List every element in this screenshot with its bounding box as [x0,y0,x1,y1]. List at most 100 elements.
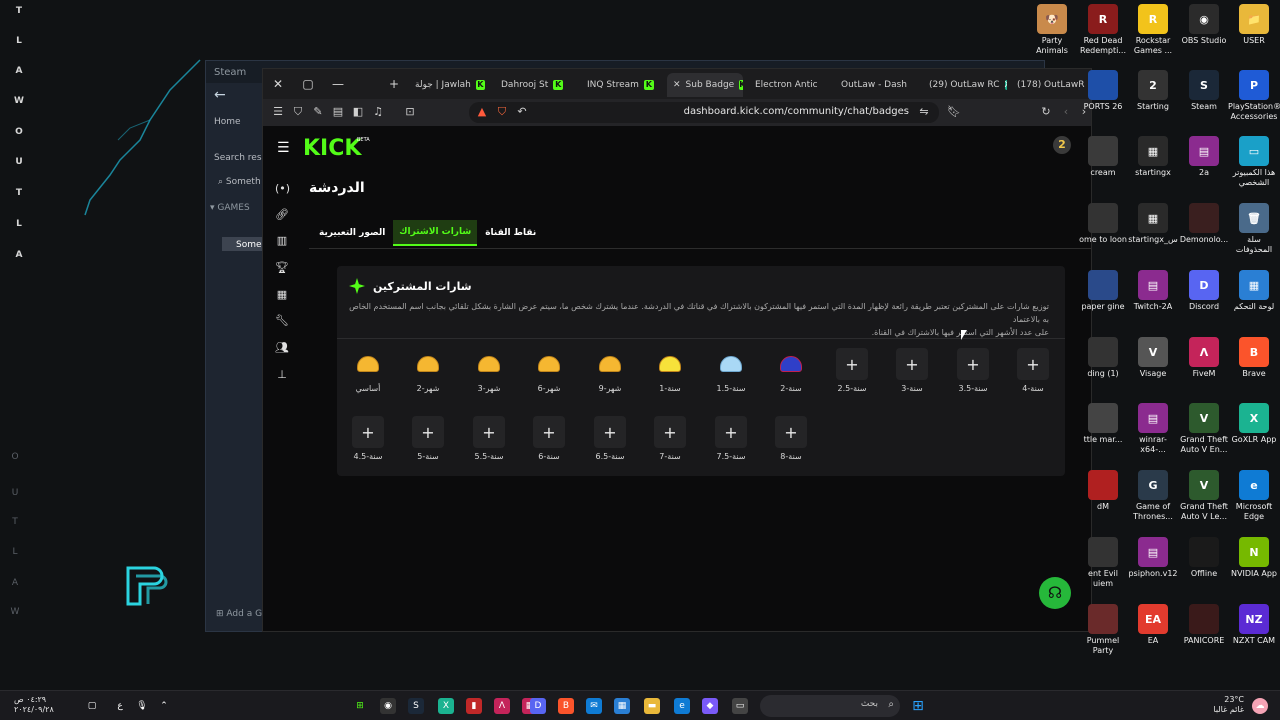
browser-tab[interactable]: OutLaw - Dash [835,73,919,97]
stats-icon[interactable]: ▥ [275,234,289,248]
desktop-icon[interactable]: ttle mar... [1077,403,1129,445]
chevron-up-icon[interactable]: ⌃ [156,698,172,714]
close-tab-icon[interactable]: ✕ [673,80,681,90]
weather-widget[interactable]: 23°C غائم غالبا [1200,695,1244,715]
address-bar[interactable]: ▲ ⛉ ↶ dashboard.kick.com/community/chat/… [469,102,939,123]
desktop-icon[interactable]: V Grand Theft Auto V En... [1178,403,1230,455]
new-tab-icon[interactable]: + [379,77,409,91]
copilot-taskbar-icon[interactable]: ◆ [702,698,718,714]
wallet-icon[interactable]: ▤ [331,105,345,119]
fivem-taskbar-icon[interactable]: Λ [494,698,510,714]
badge-item[interactable]: سنة-2 [766,348,816,404]
badge-item[interactable]: شهر-3 [464,348,514,404]
desktop-icon[interactable]: P PlayStation® Accessories [1228,70,1280,122]
reload-icon[interactable]: ↻ [1039,105,1053,119]
desktop-icon[interactable]: 📁 USER [1228,4,1280,46]
avatar[interactable]: 2 [1053,136,1071,154]
live-icon[interactable]: (•) [275,182,290,196]
desktop-icon[interactable]: B Brave [1228,337,1280,379]
add-badge-button[interactable]: + سنة-2.5 [827,348,877,404]
desktop-icon[interactable]: e Microsoft Edge [1228,470,1280,522]
desktop-icon[interactable]: PORTS 26 [1077,70,1129,112]
clock[interactable]: ٠٤:٢٩ ص ٢٠٢٤/٠٩/٢٨ [14,695,54,715]
link-icon[interactable]: 🔗︎ [275,208,289,222]
desktop-icon[interactable]: ◉ OBS Studio [1178,4,1230,46]
steam-game-item[interactable]: Some [222,237,264,251]
steam-add-game-button[interactable]: ⊞ Add a G [216,609,262,619]
desktop-icon[interactable]: ome to loon [1077,203,1129,245]
steam-back-arrow-icon[interactable]: ← [214,87,226,103]
badge-item[interactable]: أساسي [343,348,393,404]
taskbar-search-input[interactable]: بحث ⌕ [760,695,900,717]
brave-rewards-icon[interactable]: ▲ [475,105,489,119]
browser-tab[interactable]: ✕ Sub Badge K [667,73,743,97]
browser-tab[interactable]: INQ Stream K [581,73,663,97]
desktop-icon[interactable]: ent Evil uiem [1077,537,1129,589]
taskview-taskbar-icon[interactable]: ▭ [732,698,748,714]
desktop-icon[interactable]: dM [1077,470,1129,512]
brave-shield-icon[interactable]: ⛉ [495,105,509,119]
trophy-icon[interactable]: 🏆︎ [275,261,289,275]
desktop-icon[interactable]: Pummel Party [1077,604,1129,656]
desktop-icon[interactable]: cream [1077,136,1129,178]
minimize-icon[interactable]: — [323,77,353,91]
share-icon[interactable]: ↶ [515,105,529,119]
kick-logo[interactable]: KICK [303,136,361,161]
community-icon[interactable]: 👥︎ [275,341,289,355]
desktop-icon[interactable]: ▦ startingx_س [1127,203,1179,245]
bookmark-icon[interactable]: 🔖︎ [947,105,961,119]
music-icon[interactable]: ♫ [371,105,385,119]
tab-emotes[interactable]: الصور التعبيرية [313,220,391,246]
mail-taskbar-icon[interactable]: ✉ [586,698,602,714]
desktop-icon[interactable]: Offline [1178,537,1230,579]
windows-start-icon[interactable]: ⊞ [910,698,926,714]
desktop-icon[interactable]: V Visage [1127,337,1179,379]
badge-item[interactable]: شهر-9 [585,348,635,404]
brave-taskbar-icon[interactable]: B [558,698,574,714]
badge-item[interactable]: شهر-2 [403,348,453,404]
desktop-icon[interactable]: EA EA [1127,604,1179,646]
steam-search-results[interactable]: Search resu [214,153,267,163]
badge-item[interactable]: سنة-1 [645,348,695,404]
explorer-taskbar-icon[interactable]: ▬ [644,698,660,714]
desktop-icon[interactable]: V Grand Theft Auto V Le... [1178,470,1230,522]
desktop-icon[interactable]: ▦ startingx [1127,136,1179,178]
steam-home-link[interactable]: Home [214,117,241,127]
browser-tab[interactable]: Electron Antic [749,73,831,97]
browser-tab[interactable]: Dahrooj St K [495,73,577,97]
add-badge-button[interactable]: + سنة-6 [524,416,574,472]
microphone-icon[interactable]: 🎙︎ [134,698,150,714]
browser-tab[interactable]: جولة | Jawlah K [409,73,491,97]
desktop-icon[interactable]: D Discord [1178,270,1230,312]
add-badge-button[interactable]: + سنة-3.5 [948,348,998,404]
desktop-icon[interactable]: ▤ winrar-x64-... [1127,403,1179,455]
app-taskbar-icon[interactable]: ⊞ [352,698,368,714]
badge-item[interactable]: سنة-1.5 [706,348,756,404]
desktop-icon[interactable]: ▦ لوحة التحكم [1228,270,1280,312]
media-icon[interactable]: ▦ [275,288,289,302]
add-badge-button[interactable]: + سنة-6.5 [585,416,635,472]
badge-item[interactable]: شهر-6 [524,348,574,404]
desktop-icon[interactable]: R Rockstar Games ... [1127,4,1179,56]
shield-toolbar-icon[interactable]: ⛉ [291,105,305,119]
maximize-icon[interactable]: ▢ [293,77,323,91]
desktop-icon[interactable]: Λ FiveM [1178,337,1230,379]
red-app-taskbar-icon[interactable]: ▮ [466,698,482,714]
edge-taskbar-icon[interactable]: e [674,698,690,714]
obs-taskbar-icon[interactable]: ◉ [380,698,396,714]
desktop-icon[interactable]: R Red Dead Redempti... [1077,4,1129,56]
site-settings-icon[interactable]: ⇋ [917,105,931,119]
desktop-icon[interactable]: N NVIDIA App [1228,537,1280,579]
notifications-icon[interactable]: ▢ [84,698,100,714]
tab-channel-points[interactable]: نقاط القناة [479,220,542,246]
desktop-icon[interactable]: 🐶 Party Animals [1026,4,1078,56]
steam-games-header[interactable]: ▾ GAMES [210,203,250,213]
wrench-icon[interactable]: 🔧︎ [275,314,289,328]
desktop-icon[interactable]: NZ NZXT CAM [1228,604,1280,646]
goxlr-taskbar-icon[interactable]: X [438,698,454,714]
desktop-icon[interactable]: PANICORE [1178,604,1230,646]
add-badge-button[interactable]: + سنة-5 [403,416,453,472]
menu-icon[interactable]: ☰ [271,105,285,119]
add-badge-button[interactable]: + سنة-4 [1008,348,1058,404]
desktop-icon[interactable]: ▭ هذا الكمبيوتر الشخصي [1228,136,1280,188]
